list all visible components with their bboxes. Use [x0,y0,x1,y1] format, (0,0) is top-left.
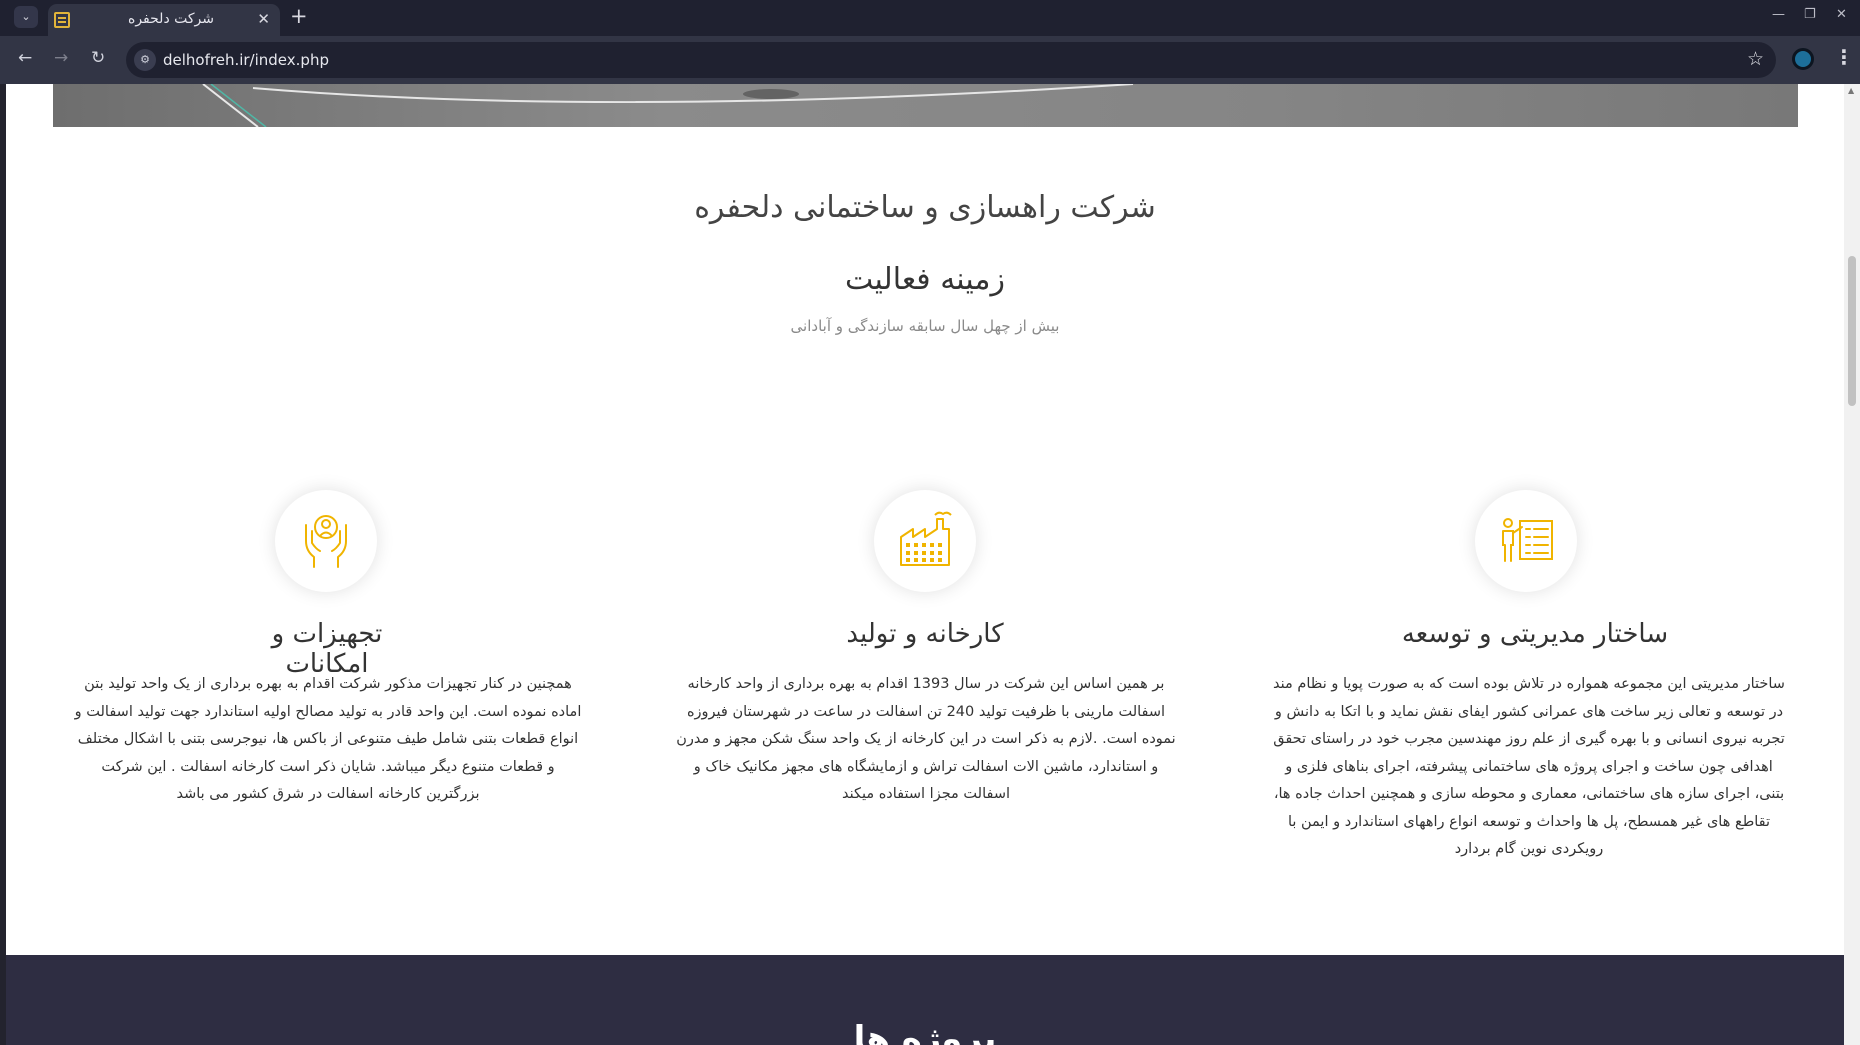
hands-worker-icon [305,515,347,568]
feature-text-management: ساختار مدیریتی این مجموعه همواره در تلاش… [1273,676,1785,857]
tab-strip: ⌄ شرکت دلحفره ✕ + — ❐ ✕ [0,0,1860,36]
browser-menu-icon[interactable]: ⋮ [1834,45,1854,69]
site-info-icon[interactable]: ⚙ [134,49,156,71]
feature-text-factory: بر همین اساس این شرکت در سال 1393 اقدام … [676,676,1176,802]
restore-icon[interactable]: ❐ [1804,7,1816,22]
site-favicon-icon [54,12,70,28]
section-subtitle: بیش از چهل سال سابقه سازندگی و آبادانی [790,317,1060,335]
projects-heading: پروژه ها [853,1019,997,1045]
feature-title-management: ساختار مدیریتی و توسعه [1401,619,1669,649]
equipment-icon-circle [275,490,377,592]
feature-text-equipment: همچنین در کنار تجهیزات مذکور شرکت اقدام … [74,676,582,802]
feature-title-equipment: تجهیزات و امکانات [271,619,383,679]
bookmark-star-icon[interactable]: ☆ [1747,48,1764,70]
page-scrollbar[interactable]: ▲ [1844,84,1860,1045]
forward-icon[interactable]: → [54,48,68,68]
tab-title: شرکت دلحفره [128,11,214,27]
organization-chart-icon [1502,518,1553,562]
company-title: شرکت راهسازی و ساختمانی دلحفره [694,190,1156,225]
minimize-icon[interactable]: — [1772,7,1785,22]
tab-close-icon[interactable]: ✕ [257,10,270,28]
road-markings-image [202,84,1134,127]
feature-title-factory: کارخانه و تولید [846,619,1004,649]
reload-icon[interactable]: ↻ [91,48,105,68]
url-text[interactable]: delhofreh.ir/index.php [163,51,329,69]
browser-toolbar: ← → ↻ ⚙ delhofreh.ir/index.php ☆ ⋮ [0,36,1860,84]
section-title: زمینه فعالیت [845,262,1005,297]
tab-active[interactable]: شرکت دلحفره ✕ [48,4,280,36]
back-icon[interactable]: ← [18,48,32,68]
scroll-up-icon[interactable]: ▲ [1848,86,1854,95]
new-tab-button[interactable]: + [290,4,308,28]
factory-icon-circle [874,490,976,592]
scrollbar-thumb[interactable] [1848,256,1856,406]
factory-icon [900,511,952,566]
page-viewport: شرکت راهسازی و ساختمانی دلحفره زمینه فعا… [6,84,1844,1045]
tab-list-button[interactable]: ⌄ [14,6,38,28]
hero-image [53,84,1798,127]
management-icon-circle [1475,490,1577,592]
profile-avatar[interactable] [1792,48,1814,70]
address-bar[interactable]: ⚙ delhofreh.ir/index.php ☆ [126,42,1776,78]
window-close-icon[interactable]: ✕ [1836,7,1847,22]
